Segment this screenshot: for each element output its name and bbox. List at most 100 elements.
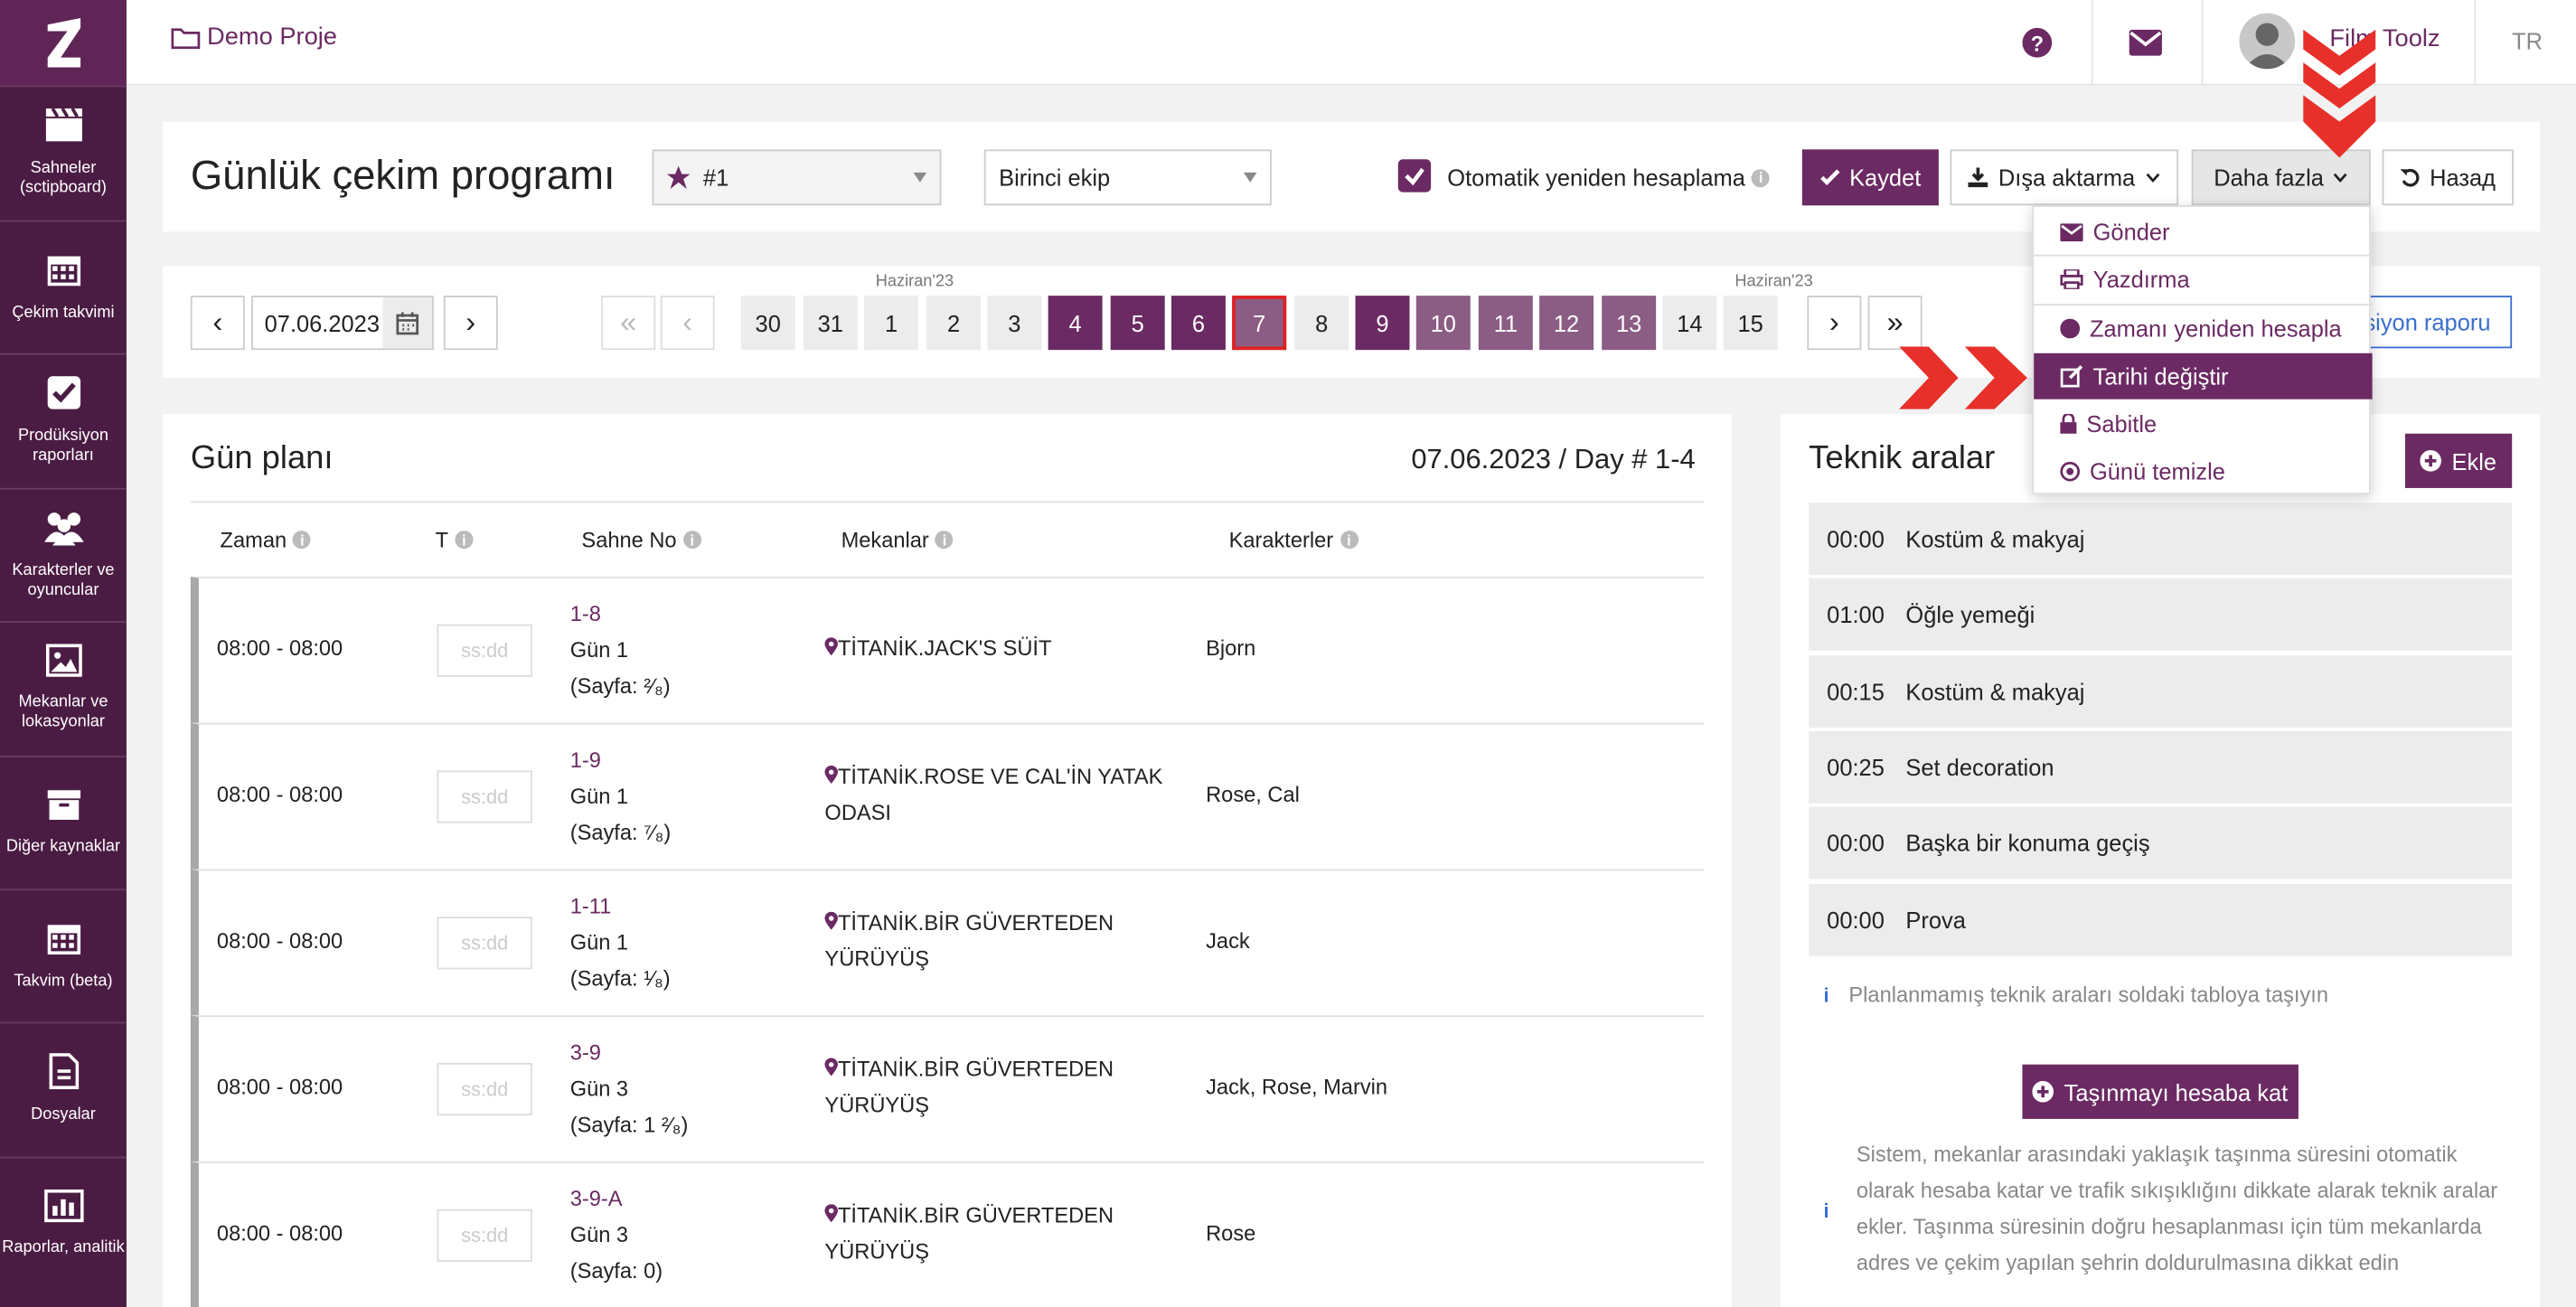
break-name: Başka bir konuma geçiş [1905, 830, 2150, 857]
column-header-characters[interactable]: Karakterler i [1229, 527, 1359, 552]
table-row[interactable]: 08:00 - 08:00 ss:dd 1-9 Gün 1 (Sayfa: ⁷⁄… [190, 722, 1704, 870]
day-button[interactable]: 2 [926, 296, 982, 351]
day-button-selected[interactable]: 7 [1232, 296, 1287, 351]
day-button[interactable]: 10 [1415, 296, 1471, 351]
day-button[interactable]: 1 [864, 296, 919, 351]
save-button[interactable]: Kaydet [1801, 149, 1939, 206]
sidebar-item-characters[interactable]: Karakterler ve oyuncular [0, 487, 127, 621]
column-label: Sahne No [581, 527, 677, 552]
sidebar-item-calendar-beta[interactable]: Takvim (beta) [0, 889, 127, 1021]
avatar[interactable] [2239, 13, 2296, 70]
last-page-button[interactable]: » [1867, 296, 1923, 351]
day-button[interactable]: 8 [1294, 296, 1349, 351]
production-report-button[interactable]: siyon raporu [2349, 296, 2513, 349]
day-button[interactable]: 9 [1355, 296, 1410, 351]
sidebar-item-label: Dosyalar [31, 1105, 96, 1124]
help-icon[interactable]: ? [2021, 26, 2054, 64]
schedule-select[interactable]: #1 [652, 149, 942, 206]
characters-cell: Jack [1206, 927, 1250, 954]
menu-item-print[interactable]: Yazdırma [2034, 257, 2372, 303]
auto-recalc-checkbox[interactable] [1397, 159, 1432, 193]
day-button[interactable]: 12 [1539, 296, 1594, 351]
column-header-scene[interactable]: Sahne No i [581, 527, 701, 552]
app-logo[interactable] [0, 0, 127, 86]
sidebar-item-reports[interactable]: Raporlar, analitik [0, 1156, 127, 1290]
prev-day-button[interactable]: ‹ [190, 296, 245, 351]
location-name-cont: YÜRÜYÜŞ [824, 1238, 929, 1264]
sidebar-item-files[interactable]: Dosyalar [0, 1021, 127, 1155]
day-button[interactable]: 30 [740, 296, 795, 351]
technical-break-item[interactable]: 00:25 Set decoration [1809, 730, 2513, 805]
back-button[interactable]: Назад [2382, 149, 2514, 206]
table-row[interactable]: 08:00 - 08:00 ss:dd 1-11 Gün 1 (Sayfa: ¹… [190, 869, 1704, 1016]
break-duration: 00:15 [1827, 677, 1885, 705]
checkbox-icon [46, 376, 80, 409]
calendar-icon[interactable] [383, 296, 433, 349]
menu-item-change-date[interactable]: Tarihi değiştir [2034, 353, 2373, 400]
table-row[interactable]: 08:00 - 08:00 ss:dd 3-9 Gün 3 (Sayfa: 1 … [190, 1015, 1704, 1162]
project-link[interactable]: Demo Proje [171, 23, 337, 51]
day-button[interactable]: 14 [1662, 296, 1717, 351]
time-input[interactable]: ss:dd [437, 917, 532, 970]
travel-note-line: adres ve çekim yapılan şehrin doldurulma… [1856, 1250, 2400, 1275]
next-day-button[interactable]: › [443, 296, 498, 351]
time-input[interactable]: ss:dd [437, 1208, 532, 1262]
table-row[interactable]: 08:00 - 08:00 ss:dd 3-9-A Gün 3 (Sayfa: … [190, 1161, 1704, 1307]
sidebar-item-other-resources[interactable]: Diğer kaynaklar [0, 756, 127, 889]
scene-number-link[interactable]: 3-9 [570, 1035, 601, 1071]
day-button[interactable]: 5 [1110, 296, 1165, 351]
team-select[interactable]: Birinci ekip [983, 149, 1272, 206]
scene-number-link[interactable]: 3-9-A [570, 1181, 623, 1218]
break-duration: 00:25 [1827, 754, 1885, 781]
column-header-locations[interactable]: Mekanlar i [841, 527, 954, 552]
column-header-time[interactable]: Zaman i [221, 527, 312, 552]
sidebar-item-production-reports[interactable]: Prodüksiyon raporları [0, 353, 127, 486]
break-duration: 00:00 [1827, 830, 1885, 857]
menu-item-recalculate-time[interactable]: Zamanı yeniden hesapla [2034, 306, 2372, 352]
mail-icon[interactable] [2129, 29, 2162, 61]
scene-pages: (Sayfa: 0) [569, 1258, 663, 1283]
menu-item-send[interactable]: Gönder [2034, 209, 2372, 255]
table-row[interactable]: 08:00 - 08:00 ss:dd 1-8 Gün 1 (Sayfa: ²⁄… [190, 576, 1704, 723]
technical-break-item[interactable]: 01:00 Öğle yemeği [1809, 578, 2513, 654]
day-button[interactable]: 6 [1170, 296, 1226, 351]
scene-number-link[interactable]: 1-11 [570, 889, 612, 925]
menu-item-clear-day[interactable]: Günü temizle [2034, 448, 2372, 494]
export-button[interactable]: Dışa aktarma [1950, 149, 2179, 206]
calculate-travel-button[interactable]: Taşınmayı hesaba kat [2022, 1064, 2299, 1119]
time-input[interactable]: ss:dd [437, 624, 532, 677]
sidebar-item-shooting-schedule[interactable]: Çekim takvimi [0, 220, 127, 353]
technical-break-item[interactable]: 00:15 Kostüm & makyaj [1809, 654, 2513, 729]
prev-page-button[interactable]: ‹ [660, 296, 715, 351]
technical-break-item[interactable]: 00:00 Kostüm & makyaj [1809, 503, 2513, 577]
first-page-button[interactable]: « [601, 296, 656, 351]
sidebar-item-scenes[interactable]: Sahneler (sctipboard) [0, 85, 127, 219]
sidebar-item-label: Karakterler ve oyuncular [12, 561, 115, 600]
next-page-button[interactable]: › [1807, 296, 1862, 351]
day-button[interactable]: 15 [1723, 296, 1778, 351]
location-name: TİTANİK.BİR GÜVERTEDEN [837, 1202, 1114, 1227]
day-button[interactable]: 31 [803, 296, 858, 351]
time-input[interactable]: ss:dd [437, 770, 532, 823]
day-button[interactable]: 13 [1602, 296, 1657, 351]
day-button[interactable]: 11 [1478, 296, 1533, 351]
date-input[interactable]: 07.06.2023 [251, 296, 434, 351]
people-icon [43, 512, 83, 546]
column-header-t[interactable]: Ti [436, 527, 474, 552]
scene-pages: (Sayfa: ²⁄₈) [569, 673, 671, 699]
technical-break-item[interactable]: 00:00 Başka bir konuma geçiş [1809, 806, 2513, 881]
menu-item-lock[interactable]: Sabitle [2034, 400, 2372, 447]
chevron-down-icon [1243, 172, 1257, 183]
technical-break-item[interactable]: 00:00 Prova [1809, 882, 2513, 957]
scene-number-link[interactable]: 1-8 [570, 597, 601, 633]
language-switch[interactable]: TR [2512, 28, 2543, 54]
scene-number-link[interactable]: 1-9 [570, 743, 601, 779]
characters-cell: Rose, Cal [1206, 782, 1300, 807]
day-button[interactable]: 4 [1048, 296, 1103, 351]
menu-item-label: Gönder [2092, 218, 2170, 245]
day-button[interactable]: 3 [987, 296, 1042, 351]
folder-icon [171, 27, 201, 49]
add-break-button[interactable]: Ekle [2404, 433, 2513, 488]
sidebar-item-locations[interactable]: Mekanlar ve lokasyonlar [0, 621, 127, 754]
time-input[interactable]: ss:dd [437, 1062, 532, 1116]
